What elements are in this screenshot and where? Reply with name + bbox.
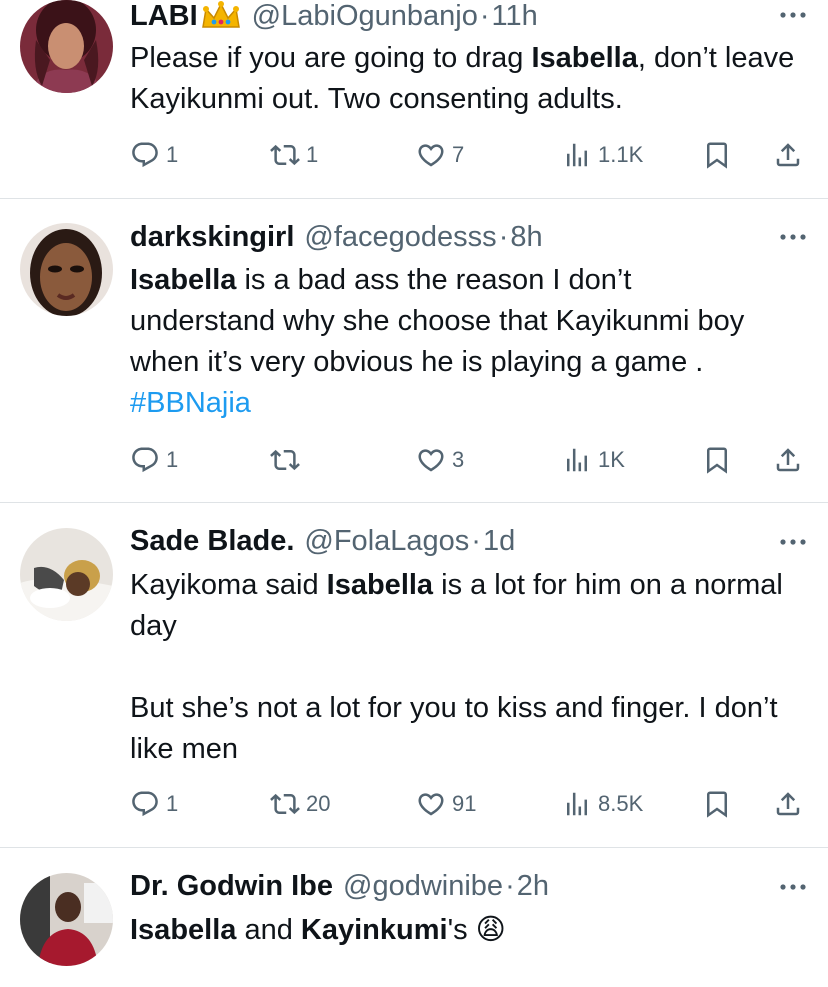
display-name[interactable]: LABI [130,0,198,33]
hashtag-link[interactable]: #BBNajia [130,387,251,419]
tweet[interactable]: Sade Blade. @FolaLagos · 1d Kayikoma sai… [0,503,828,847]
tweet-text: Isabella and Kayinkumi's 😩 [130,914,506,946]
handle[interactable]: @LabiOgunbanjo [252,0,478,33]
like-count: 3 [452,447,465,472]
views-icon [567,143,587,167]
views-button[interactable]: 1.1K [562,138,643,172]
more-icon[interactable] [778,232,808,242]
timestamp[interactable]: 1d [483,525,515,558]
reply-button[interactable]: 1 [130,443,178,477]
timestamp[interactable]: 8h [510,221,542,254]
bookmark-icon [707,142,727,169]
reply-icon [132,142,158,168]
retweet-count: 1 [306,142,319,167]
bold-text: Isabella [326,569,434,601]
bold-text: Isabella [130,264,237,296]
reply-icon [132,447,158,473]
avatar[interactable] [20,0,113,93]
handle[interactable]: @FolaLagos [304,525,469,558]
separator-dot: · [505,869,515,902]
share-button[interactable] [773,138,803,172]
retweet-button[interactable] [270,443,306,477]
views-icon [567,792,587,816]
retweet-icon [270,793,300,815]
views-button[interactable]: 1K [562,443,625,477]
like-button[interactable]: 7 [416,138,464,172]
bold-text: Kayinkumi [300,914,448,946]
bookmark-button[interactable] [702,138,732,172]
more-icon[interactable] [778,537,808,547]
timestamp[interactable]: 11h [492,0,538,33]
share-icon [776,448,800,472]
bookmark-button[interactable] [702,443,732,477]
avatar[interactable] [20,223,113,316]
like-icon [418,793,444,816]
retweet-icon [270,449,300,471]
timestamp[interactable]: 2h [517,870,549,903]
action-bar: 1 20 91 8.5K [130,787,820,821]
share-icon [776,143,800,167]
reply-button[interactable]: 1 [130,138,178,172]
views-count: 1K [598,447,625,472]
tweet-text: Kayikoma said Isabella is a lot for him … [130,569,783,765]
display-name[interactable]: darkskingirl [130,221,294,254]
bookmark-button[interactable] [702,787,732,821]
reply-button[interactable]: 1 [130,787,178,821]
reply-icon [132,791,158,817]
bold-text: Isabella [531,42,638,74]
action-bar: 1 3 1K [130,443,820,477]
like-button[interactable]: 3 [416,443,464,477]
bold-text: Isabella [130,914,237,946]
reply-count: 1 [166,791,179,816]
retweet-icon [270,144,300,166]
display-name[interactable]: Sade Blade. [130,525,294,558]
tweet-text: Please if you are going to drag Isabella… [130,42,795,115]
retweet-count: 20 [306,791,331,816]
avatar[interactable] [20,528,113,621]
share-button[interactable] [773,787,803,821]
display-name[interactable]: Dr. Godwin Ibe [130,870,333,903]
like-count: 7 [452,142,465,167]
tweet[interactable]: darkskingirl @facegodesss · 8h Isabella … [0,199,828,502]
tweet[interactable]: Dr. Godwin Ibe @godwinibe · 2h Isabella … [0,848,828,987]
views-count: 1.1K [598,142,644,167]
like-button[interactable]: 91 [416,787,476,821]
separator-dot: · [471,524,481,557]
reply-count: 1 [166,447,179,472]
like-icon [418,144,444,167]
tweet[interactable]: LABI @LabiOgunbanjo · 11h Please if you … [0,0,828,198]
views-count: 8.5K [598,791,644,816]
action-bar: 1 1 7 1.1K [130,138,820,172]
handle[interactable]: @godwinibe [343,870,503,903]
reply-count: 1 [166,142,179,167]
separator-dot: · [498,220,509,253]
crown-emoji-icon [200,1,242,31]
avatar[interactable] [20,873,113,966]
views-icon [567,448,587,472]
like-count: 91 [452,791,477,816]
retweet-button[interactable]: 1 [270,138,318,172]
share-button[interactable] [773,443,803,477]
tweet-text: Isabella is a bad ass the reason I don’t… [130,264,745,419]
more-icon[interactable] [778,882,808,892]
bookmark-icon [707,791,727,818]
more-icon[interactable] [778,10,808,20]
separator-dot: · [479,0,490,32]
handle[interactable]: @facegodesss [304,221,496,254]
retweet-button[interactable]: 20 [270,787,330,821]
share-icon [776,792,800,816]
views-button[interactable]: 8.5K [562,787,643,821]
bookmark-icon [707,447,727,474]
like-icon [418,449,444,472]
